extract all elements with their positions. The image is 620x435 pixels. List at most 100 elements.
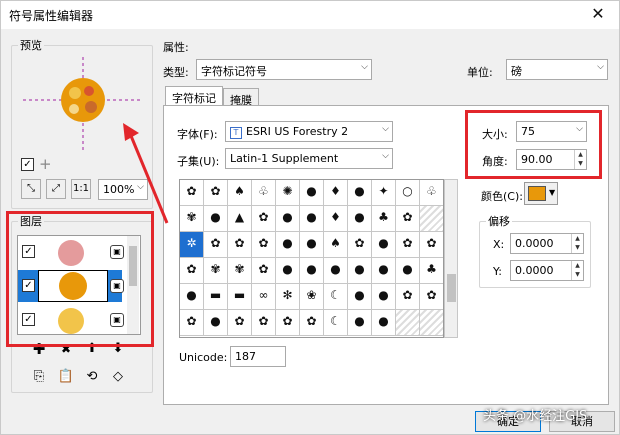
glyph-cell[interactable]: ✺ xyxy=(276,180,300,206)
glyph-cell[interactable]: ✿ xyxy=(396,284,420,310)
layer-visibility-checkbox[interactable]: ✓ xyxy=(22,313,35,326)
glyph-grid-scrollbar[interactable] xyxy=(444,179,458,338)
glyph-cell[interactable]: ♦ xyxy=(324,180,348,206)
glyph-cell[interactable]: ● xyxy=(372,258,396,284)
actual-size-icon[interactable]: 1:1 xyxy=(71,179,91,199)
glyph-cell[interactable]: ✿ xyxy=(420,232,443,258)
spin-updown-icon[interactable]: ▲ ▼ xyxy=(571,261,583,280)
glyph-cell[interactable]: ● xyxy=(180,284,204,310)
glyph-cell[interactable]: ✿ xyxy=(348,232,372,258)
lock-icon[interactable]: ▣ xyxy=(110,279,124,293)
glyph-cell[interactable]: ● xyxy=(372,284,396,310)
spin-updown-icon[interactable]: ▲ ▼ xyxy=(571,234,583,253)
lock-icon[interactable]: ▣ xyxy=(110,313,124,327)
glyph-cell[interactable] xyxy=(420,206,443,232)
layer-row[interactable]: ✓ ▣ xyxy=(18,236,124,268)
glyph-cell[interactable]: ● xyxy=(396,258,420,284)
color-picker[interactable]: ▼ xyxy=(524,182,558,205)
glyph-cell[interactable]: ● xyxy=(324,258,348,284)
glyph-cell[interactable]: ● xyxy=(204,206,228,232)
glyph-cell[interactable]: ✦ xyxy=(372,180,396,206)
glyph-cell[interactable]: ○ xyxy=(396,180,420,206)
glyph-cell[interactable]: ✾ xyxy=(180,206,204,232)
glyph-cell[interactable]: ✿ xyxy=(396,232,420,258)
subset-select[interactable]: Latin-1 Supplement ⌵ xyxy=(225,148,393,169)
glyph-cell[interactable]: ✿ xyxy=(252,258,276,284)
tab-character-marker[interactable]: 字符标记 xyxy=(165,86,223,106)
move-up-icon[interactable]: ⬆ xyxy=(82,340,102,360)
glyph-cell[interactable]: ♠ xyxy=(228,180,252,206)
glyph-cell[interactable]: ● xyxy=(204,310,228,336)
glyph-cell[interactable]: ✿ xyxy=(276,310,300,336)
glyph-cell[interactable] xyxy=(396,310,420,336)
add-layer-icon[interactable]: ✚ xyxy=(29,340,49,360)
size-select[interactable]: 75 ⌵ xyxy=(516,121,587,142)
glyph-cell[interactable]: ✿ xyxy=(180,258,204,284)
add-icon[interactable]: + xyxy=(39,155,52,173)
lock-icon[interactable]: ▣ xyxy=(110,245,124,259)
layer-row-selected[interactable]: ✓ ▣ xyxy=(18,270,124,302)
glyph-cell[interactable]: ● xyxy=(348,206,372,232)
glyph-cell[interactable]: ● xyxy=(276,206,300,232)
tab-mask[interactable]: 掩膜 xyxy=(223,88,259,107)
glyph-grid[interactable]: ✿ ✿ ♠ ♧ ✺ ● ♦ ● ✦ ○ ♧ ✾ ● ▲ ✿ ● ● ♦ ● ♣ ✿ ✲ ✿ ✿ ✿ ● ● ♠ ✿ ● ✿ ✿ ✿ ✾ ✾ ✿ ● ● ● ●… xyxy=(179,179,444,338)
glyph-cell[interactable]: ✿ xyxy=(204,232,228,258)
unicode-field[interactable]: 187 xyxy=(230,346,286,367)
type-select[interactable]: 字符标记符号 ⌵ xyxy=(196,59,372,80)
glyph-cell[interactable]: ● xyxy=(372,232,396,258)
glyph-cell[interactable]: ✿ xyxy=(420,284,443,310)
glyph-cell[interactable]: ▲ xyxy=(228,206,252,232)
offset-y-field[interactable]: 0.0000 ▲ ▼ xyxy=(510,260,584,281)
glyph-cell[interactable] xyxy=(420,310,443,336)
glyph-cell[interactable]: ✿ xyxy=(180,180,204,206)
move-down-icon[interactable]: ⬇ xyxy=(108,340,128,360)
glyph-cell[interactable]: ▬ xyxy=(204,284,228,310)
glyph-cell[interactable]: ● xyxy=(300,180,324,206)
glyph-cell[interactable]: ♠ xyxy=(324,232,348,258)
glyph-cell[interactable]: ♦ xyxy=(324,206,348,232)
layer-row[interactable]: ✓ ▣ xyxy=(18,304,124,336)
paste-icon[interactable]: 📋 xyxy=(56,368,76,388)
glyph-cell[interactable]: ♣ xyxy=(372,206,396,232)
glyph-cell[interactable]: ● xyxy=(300,258,324,284)
preview-checkbox[interactable]: ✓ xyxy=(21,158,34,171)
glyph-cell[interactable]: ♧ xyxy=(252,180,276,206)
layer-scrollbar[interactable] xyxy=(127,236,139,334)
glyph-cell[interactable]: ✾ xyxy=(204,258,228,284)
glyph-cell[interactable]: ✿ xyxy=(204,180,228,206)
glyph-cell[interactable]: ✿ xyxy=(252,310,276,336)
font-select[interactable]: T ESRI US Forestry 2 ⌵ xyxy=(225,121,393,142)
glyph-cell-selected[interactable]: ✲ xyxy=(180,232,204,258)
glyph-cell[interactable]: ▬ xyxy=(228,284,252,310)
glyph-cell[interactable]: ✿ xyxy=(252,206,276,232)
glyph-cell[interactable]: ● xyxy=(300,232,324,258)
glyph-cell[interactable]: ❀ xyxy=(300,284,324,310)
glyph-cell[interactable]: ✿ xyxy=(228,310,252,336)
glyph-cell[interactable]: ● xyxy=(276,232,300,258)
offset-x-field[interactable]: 0.0000 ▲ ▼ xyxy=(510,233,584,254)
glyph-cell[interactable]: ● xyxy=(348,284,372,310)
glyph-cell[interactable]: ∞ xyxy=(252,284,276,310)
spin-updown-icon[interactable]: ▲ ▼ xyxy=(574,150,586,169)
glyph-cell[interactable]: ♣ xyxy=(420,258,443,284)
unit-select[interactable]: 磅 ⌵ xyxy=(506,59,608,80)
glyph-cell[interactable]: ✿ xyxy=(252,232,276,258)
zoom-extent-icon[interactable]: ⤢ xyxy=(46,179,66,199)
tag-icon[interactable]: ◇ xyxy=(108,368,128,388)
glyph-cell[interactable]: ✿ xyxy=(300,310,324,336)
glyph-cell[interactable]: ● xyxy=(348,258,372,284)
layer-visibility-checkbox[interactable]: ✓ xyxy=(22,245,35,258)
glyph-cell[interactable]: ● xyxy=(348,310,372,336)
angle-field[interactable]: 90.00 ▲ ▼ xyxy=(516,149,587,170)
glyph-cell[interactable]: ● xyxy=(300,206,324,232)
glyph-cell[interactable]: ☾ xyxy=(324,310,348,336)
layer-visibility-checkbox[interactable]: ✓ xyxy=(22,279,35,292)
glyph-cell[interactable]: ✻ xyxy=(276,284,300,310)
glyph-cell[interactable]: ✿ xyxy=(180,310,204,336)
copy-icon[interactable]: ⎘ xyxy=(29,368,49,388)
glyph-cell[interactable]: ♧ xyxy=(420,180,443,206)
glyph-cell[interactable]: ✿ xyxy=(228,232,252,258)
glyph-cell[interactable]: ● xyxy=(348,180,372,206)
close-icon[interactable]: ✕ xyxy=(577,1,619,29)
glyph-cell[interactable]: ✿ xyxy=(396,206,420,232)
